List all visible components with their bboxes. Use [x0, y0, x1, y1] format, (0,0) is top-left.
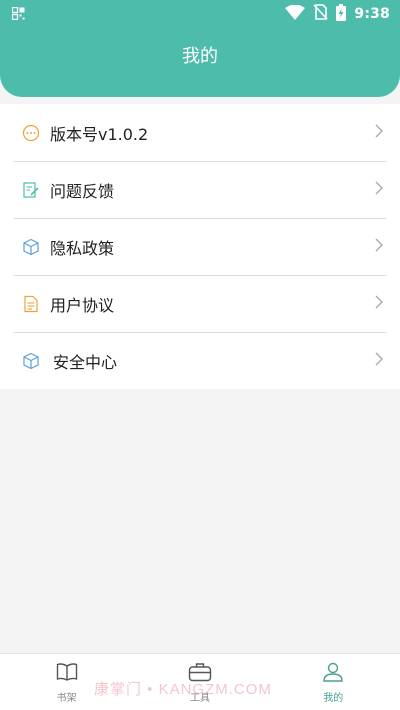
menu-item-version[interactable]: 版本号v1.0.2	[0, 104, 400, 161]
chevron-right-icon	[374, 294, 384, 314]
tab-profile[interactable]: 我的	[267, 654, 400, 710]
status-time: 9:38	[354, 6, 390, 22]
document-icon	[22, 295, 40, 313]
menu-item-feedback[interactable]: 问题反馈	[0, 161, 400, 218]
chevron-right-icon	[374, 237, 384, 257]
feedback-edit-icon	[22, 181, 40, 199]
bottom-tab-bar: 书架 工具 我的	[0, 653, 400, 710]
menu-item-label: 用户协议	[50, 295, 115, 315]
toolbox-icon	[188, 662, 212, 686]
no-sim-icon	[313, 4, 328, 24]
user-icon	[322, 662, 344, 686]
page-title: 我的	[182, 46, 218, 67]
menu-item-label: 问题反馈	[50, 181, 115, 201]
info-dots-icon	[22, 124, 40, 142]
settings-menu: 版本号v1.0.2 问题反馈 隐私政策 用户协议 安全中心	[0, 104, 400, 389]
chevron-right-icon	[374, 180, 384, 200]
tab-label: 我的	[323, 693, 344, 704]
menu-item-label: 安全中心	[53, 352, 118, 372]
tab-label: 书架	[56, 693, 77, 704]
tab-tools[interactable]: 工具	[133, 654, 266, 710]
chevron-right-icon	[374, 351, 384, 371]
battery-charging-icon	[336, 3, 347, 25]
menu-item-label: 隐私政策	[50, 238, 115, 258]
tab-bookshelf[interactable]: 书架	[0, 654, 133, 710]
menu-item-security-center[interactable]: 安全中心	[0, 332, 400, 389]
qr-scan-icon	[11, 5, 25, 24]
wifi-icon	[285, 4, 306, 24]
chevron-right-icon	[374, 123, 384, 143]
status-bar: 9:38	[0, 0, 400, 28]
menu-item-user-agreement[interactable]: 用户协议	[0, 275, 400, 332]
tab-label: 工具	[189, 693, 210, 704]
security-cube-icon	[22, 352, 40, 370]
privacy-cube-icon	[22, 238, 40, 256]
book-icon	[56, 662, 78, 686]
menu-item-privacy[interactable]: 隐私政策	[0, 218, 400, 275]
menu-item-label: 版本号v1.0.2	[50, 124, 149, 144]
